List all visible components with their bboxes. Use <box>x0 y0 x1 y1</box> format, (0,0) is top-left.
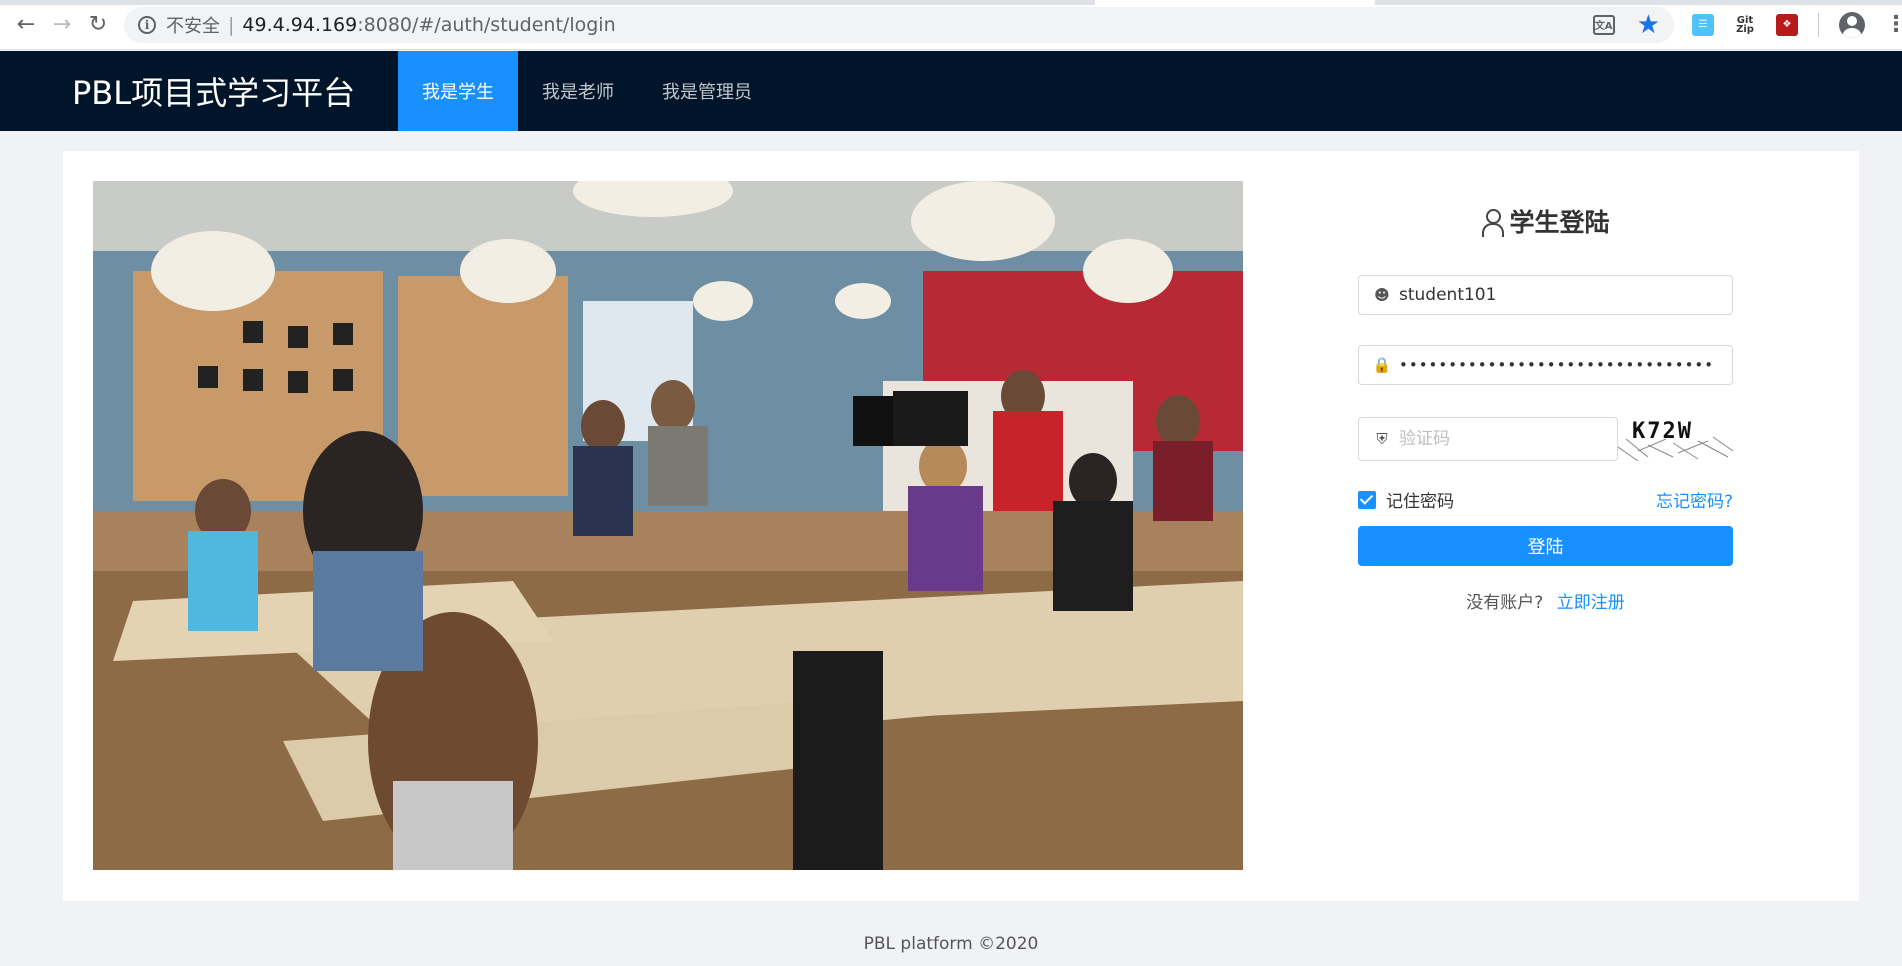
remember-password[interactable]: 记住密码 <box>1358 487 1454 512</box>
password-field[interactable]: 🔒 •••••••••••••••••••••••••••••••• <box>1358 345 1733 385</box>
login-options: 记住密码 忘记密码? <box>1358 487 1733 512</box>
gitzip-extension-icon[interactable]: Git Zip <box>1734 14 1756 36</box>
user-icon <box>1481 208 1505 237</box>
pdf-extension-icon[interactable]: ❖ <box>1776 13 1798 36</box>
insecure-label: 不安全 <box>166 15 220 37</box>
lock-icon: 🔒 <box>1372 356 1392 374</box>
toolbar-divider <box>1818 12 1819 37</box>
kebab-menu-icon[interactable]: ⋮ <box>1885 13 1902 35</box>
user-icon: ☻ <box>1374 286 1390 304</box>
nav-student[interactable]: 我是学生 <box>398 51 518 131</box>
tab-strip <box>0 0 1902 5</box>
info-icon[interactable]: i <box>138 15 156 34</box>
login-card: 学生登陆 ☻ student101 🔒 ••••••••••••••••••••… <box>63 151 1859 901</box>
register-prompt: 没有账户? 立即注册 <box>1358 588 1733 613</box>
classroom-photo <box>93 181 1243 870</box>
remember-label: 记住密码 <box>1386 492 1454 512</box>
password-value: •••••••••••••••••••••••••••••••• <box>1399 356 1715 374</box>
active-tab[interactable] <box>1095 0 1375 5</box>
profile-avatar-icon[interactable] <box>1839 11 1865 38</box>
browser-toolbar: ← → ↻ i 不安全 | 49.4.94.169 :8080/#/auth/s… <box>0 0 1902 50</box>
translate-icon[interactable]: 文A <box>1592 14 1615 35</box>
captcha-row: ⛨ K72W <box>1358 417 1733 461</box>
shield-icon: ⛨ <box>1376 430 1388 448</box>
footer-copyright: PBL platform ©2020 <box>863 934 1039 954</box>
captcha-image[interactable]: K72W <box>1618 417 1733 461</box>
login-title-text: 学生登陆 <box>1509 208 1610 237</box>
app-header: PBL项目式学习平台 我是学生 我是老师 我是管理员 <box>0 51 1902 131</box>
login-title: 学生登陆 <box>1358 203 1733 239</box>
nav-teacher[interactable]: 我是老师 <box>518 51 638 131</box>
no-account-text: 没有账户? <box>1466 593 1544 613</box>
doc-extension-icon[interactable]: ☰ <box>1692 13 1714 36</box>
register-link[interactable]: 立即注册 <box>1557 593 1625 613</box>
forgot-password-link[interactable]: 忘记密码? <box>1656 487 1733 512</box>
site-logo[interactable]: PBL项目式学习平台 <box>0 51 398 131</box>
url-path: :8080/#/auth/student/login <box>357 13 616 36</box>
login-form: 学生登陆 ☻ student101 🔒 ••••••••••••••••••••… <box>1358 203 1733 613</box>
reload-icon[interactable]: ↻ <box>80 7 116 43</box>
login-button[interactable]: 登陆 <box>1358 526 1733 566</box>
username-field[interactable]: ☻ student101 <box>1358 275 1733 315</box>
back-arrow-icon[interactable]: ← <box>8 7 44 43</box>
bookmark-star-icon[interactable]: ★ <box>1637 10 1660 40</box>
nav-admin[interactable]: 我是管理员 <box>638 51 776 131</box>
forward-arrow-icon[interactable]: → <box>44 7 80 43</box>
url-host: 49.4.94.169 <box>242 13 358 36</box>
remember-checkbox[interactable] <box>1358 490 1376 509</box>
username-value: student101 <box>1399 285 1497 305</box>
captcha-field[interactable]: ⛨ <box>1358 417 1618 461</box>
address-bar[interactable]: i 不安全 | 49.4.94.169 :8080/#/auth/student… <box>124 6 1674 43</box>
captcha-text: K72W <box>1632 419 1693 444</box>
captcha-input[interactable] <box>1399 429 1599 449</box>
url-separator: | <box>228 13 235 36</box>
